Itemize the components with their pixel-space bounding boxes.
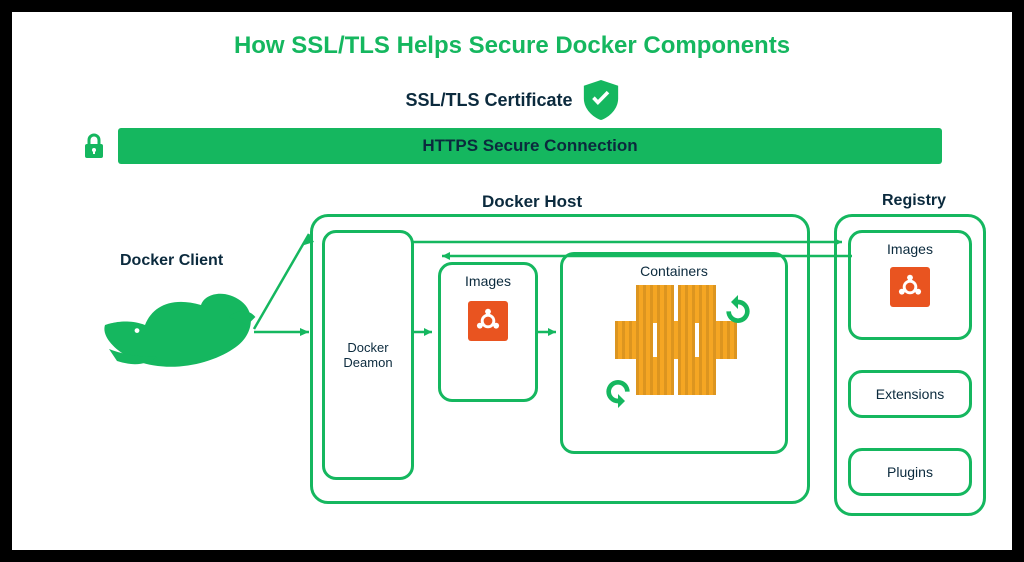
docker-client-label: Docker Client [120,252,223,270]
https-row: HTTPS Secure Connection [82,128,942,164]
images-label: Images [465,273,511,289]
container-hex-stack [584,285,764,435]
registry-images-box: Images [848,230,972,340]
arrow-client-to-daemon [254,324,324,342]
daemon-label-2: Deamon [343,355,392,370]
registry-extensions-box: Extensions [848,370,972,418]
extensions-label: Extensions [876,386,944,402]
shield-check-icon [583,80,619,120]
registry-label: Registry [882,192,946,210]
host-images-box: Images [438,262,538,402]
ubuntu-icon [890,267,930,307]
docker-whale-icon [97,279,257,379]
refresh-icon [604,380,632,408]
registry-images-label: Images [887,241,933,257]
refresh-icon [724,295,752,323]
certificate-label: SSL/TLS Certificate [405,90,572,111]
daemon-label-1: Docker [347,340,388,355]
ubuntu-icon [468,301,508,341]
diagram-frame: How SSL/TLS Helps Secure Docker Componen… [0,0,1024,562]
arrow-registry-to-host [412,248,852,266]
arrow-images-to-containers [536,324,566,342]
arrow-daemon-to-images [412,324,442,342]
https-bar: HTTPS Secure Connection [118,128,942,164]
plugins-label: Plugins [887,464,933,480]
registry-plugins-box: Plugins [848,448,972,496]
page-title: How SSL/TLS Helps Secure Docker Componen… [12,32,1012,60]
docker-host-label: Docker Host [482,192,582,212]
arrow-client-to-host-top [254,229,324,334]
containers-box: Containers [560,252,788,454]
certificate-row: SSL/TLS Certificate [12,80,1012,120]
docker-daemon-box: Docker Deamon [322,230,414,480]
lock-icon [82,132,106,160]
architecture-diagram: Docker Client Docker Host Docker Deamon … [12,174,1012,554]
